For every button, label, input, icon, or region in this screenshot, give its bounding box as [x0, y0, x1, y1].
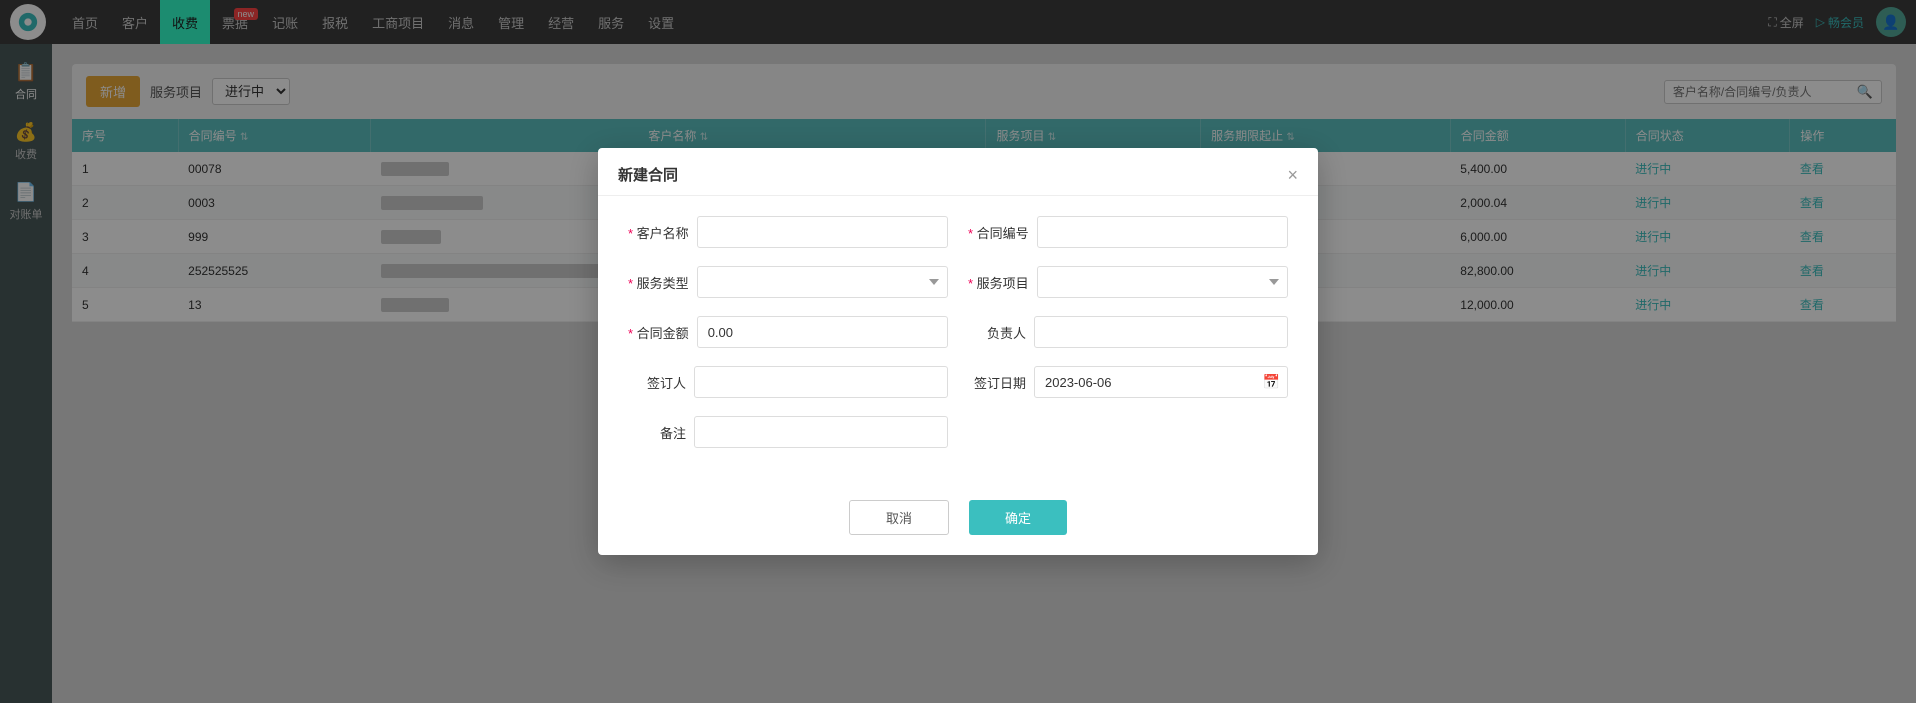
- confirm-button[interactable]: 确定: [969, 500, 1067, 535]
- form-group-service-type: 服务类型: [628, 266, 948, 298]
- responsible-input[interactable]: [1034, 316, 1288, 348]
- cancel-button[interactable]: 取消: [849, 500, 949, 535]
- sign-date-input[interactable]: [1034, 366, 1288, 398]
- calendar-icon[interactable]: 📅: [1263, 374, 1280, 391]
- sign-date-label: 签订日期: [968, 373, 1026, 392]
- form-group-service-item: 服务项目: [968, 266, 1288, 298]
- signer-input[interactable]: [694, 366, 948, 398]
- form-group-responsible: 负责人: [968, 316, 1288, 348]
- responsible-label: 负责人: [968, 323, 1026, 342]
- sign-date-wrapper: 📅: [1034, 366, 1288, 398]
- service-type-select[interactable]: [697, 266, 948, 298]
- service-item-label: 服务项目: [968, 273, 1029, 292]
- modal-footer: 取消 确定: [598, 486, 1318, 555]
- service-item-select[interactable]: [1037, 266, 1288, 298]
- amount-label: 合同金额: [628, 323, 689, 342]
- new-contract-modal: 新建合同 × 客户名称 合同编号 服务类型: [598, 148, 1318, 555]
- notes-label: 备注: [628, 423, 686, 442]
- modal-close-button[interactable]: ×: [1287, 166, 1298, 184]
- form-group-customer-name: 客户名称: [628, 216, 948, 248]
- form-row-2: 服务类型 服务项目: [628, 266, 1288, 298]
- modal-header: 新建合同 ×: [598, 148, 1318, 196]
- amount-input[interactable]: [697, 316, 948, 348]
- form-group-notes: 备注: [628, 416, 948, 448]
- form-group-amount: 合同金额: [628, 316, 948, 348]
- customer-name-input[interactable]: [697, 216, 948, 248]
- modal-overlay[interactable]: 新建合同 × 客户名称 合同编号 服务类型: [0, 0, 1916, 703]
- form-group-signer: 签订人: [628, 366, 948, 398]
- contract-no-input[interactable]: [1037, 216, 1288, 248]
- modal-body: 客户名称 合同编号 服务类型 服务项目: [598, 196, 1318, 486]
- service-type-label: 服务类型: [628, 273, 689, 292]
- form-group-contract-no: 合同编号: [968, 216, 1288, 248]
- form-row-3: 合同金额 负责人: [628, 316, 1288, 348]
- form-row-5: 备注: [628, 416, 1288, 448]
- signer-label: 签订人: [628, 373, 686, 392]
- modal-title: 新建合同: [618, 164, 678, 185]
- customer-name-label: 客户名称: [628, 223, 689, 242]
- form-group-sign-date: 签订日期 📅: [968, 366, 1288, 398]
- form-row-4: 签订人 签订日期 📅: [628, 366, 1288, 398]
- notes-input[interactable]: [694, 416, 948, 448]
- form-row-1: 客户名称 合同编号: [628, 216, 1288, 248]
- contract-no-label: 合同编号: [968, 223, 1029, 242]
